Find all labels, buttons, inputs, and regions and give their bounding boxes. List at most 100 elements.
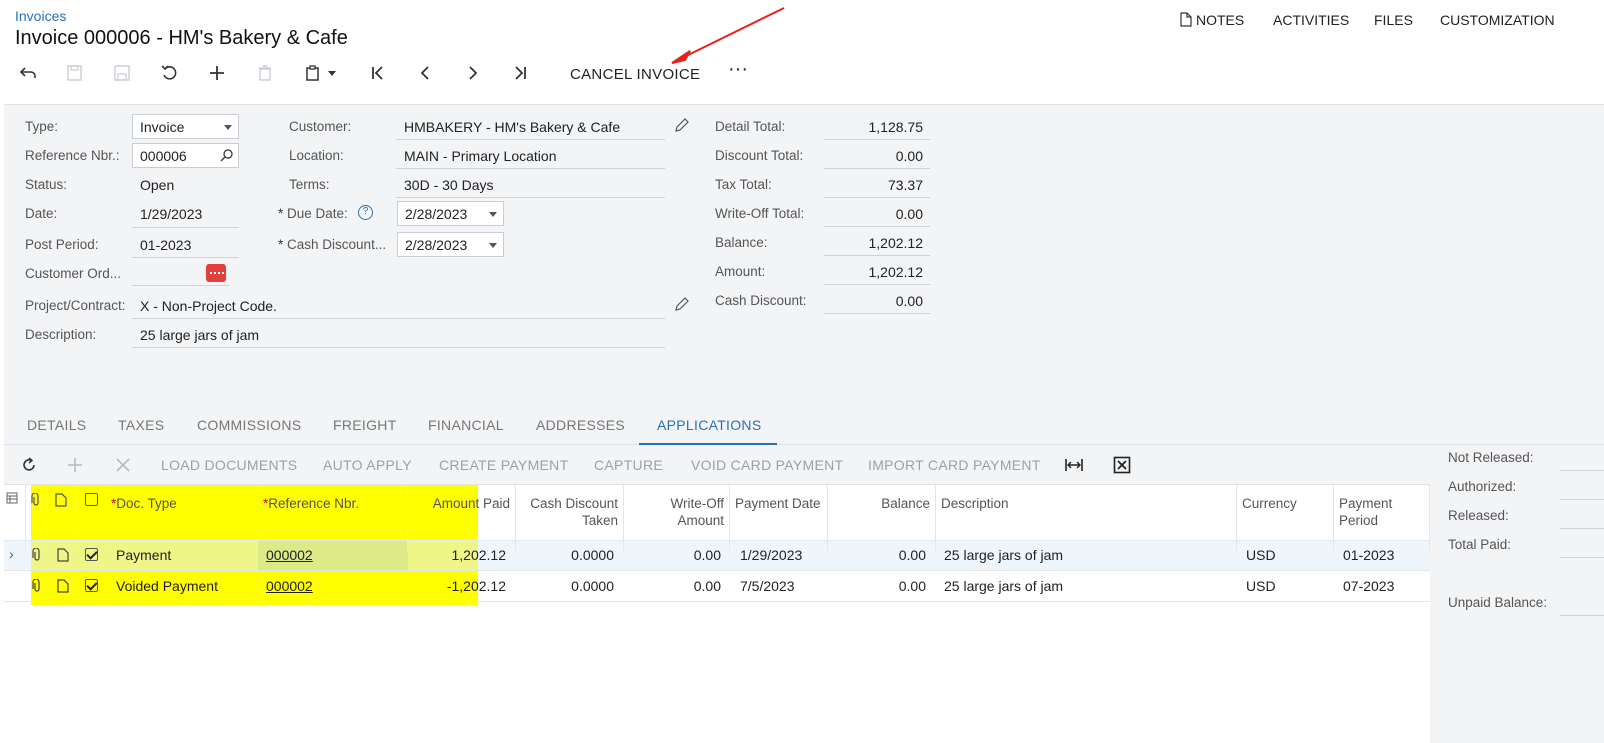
save-icon[interactable]	[109, 60, 135, 86]
tab-financial[interactable]: FINANCIAL	[428, 417, 504, 433]
description-cell: 25 large jars of jam	[944, 547, 1064, 563]
customer-order-label: Customer Ord...	[25, 266, 122, 281]
balance-value: 1,202.12	[868, 235, 924, 251]
doc-type-cell: Payment	[116, 547, 172, 563]
tab-addresses[interactable]: ADDRESSES	[536, 417, 625, 433]
ref-nbr-header-label: Reference Nbr.	[268, 496, 360, 511]
required-mark: *	[278, 237, 284, 252]
refnbr-input[interactable]: 000006	[132, 143, 239, 168]
tab-taxes[interactable]: TAXES	[118, 417, 164, 433]
add-icon[interactable]	[204, 60, 230, 86]
tab-commissions[interactable]: COMMISSIONS	[197, 417, 301, 433]
import-card-payment-button[interactable]: IMPORT CARD PAYMENT	[868, 457, 1041, 473]
add-row-icon[interactable]	[66, 456, 84, 479]
activities-link[interactable]: ACTIVITIES	[1273, 12, 1349, 28]
paperclip-icon[interactable]	[31, 578, 43, 598]
search-icon[interactable]	[220, 148, 234, 165]
tax-total-label: Tax Total:	[715, 177, 772, 192]
pencil-icon[interactable]	[674, 297, 689, 317]
select-all-checkbox[interactable]	[85, 493, 98, 506]
postperiod-field[interactable]: 01-2023	[140, 237, 191, 253]
invoice-summary-form: Type: Invoice Reference Nbr.: 000006 Sta…	[4, 104, 1604, 434]
notes-link[interactable]: NOTES	[1180, 12, 1244, 30]
excel-export-icon[interactable]	[1113, 456, 1131, 479]
type-select[interactable]: Invoice	[132, 114, 239, 139]
ref-nbr-link[interactable]: 000002	[266, 547, 313, 563]
pencil-icon[interactable]	[674, 118, 689, 138]
last-record-icon[interactable]	[507, 60, 533, 86]
location-field[interactable]: MAIN - Primary Location	[404, 148, 556, 164]
required-mark: *	[278, 206, 284, 221]
void-card-payment-button[interactable]: VOID CARD PAYMENT	[691, 457, 843, 473]
refnbr-value: 000006	[140, 148, 187, 164]
cashdisc-date-label: * Cash Discount...	[278, 237, 386, 252]
auto-apply-button[interactable]: AUTO APPLY	[323, 457, 412, 473]
authorized-label: Authorized:	[1448, 479, 1517, 494]
description-cell: 25 large jars of jam	[944, 578, 1064, 594]
table-row[interactable]: Voided Payment 000002 -1,202.12 0.0000 0…	[4, 571, 1430, 602]
tab-applications[interactable]: APPLICATIONS	[657, 417, 761, 433]
save-close-icon[interactable]	[62, 60, 88, 86]
ellipsis-icon[interactable]	[206, 264, 226, 282]
payment-date-cell: 1/29/2023	[740, 547, 803, 563]
chevron-down-icon	[489, 243, 497, 248]
cash-discount-cell: 0.0000	[571, 547, 614, 563]
capture-button[interactable]: CAPTURE	[594, 457, 663, 473]
divider	[132, 285, 229, 286]
not-released-label: Not Released:	[1448, 450, 1534, 465]
note-icon[interactable]	[57, 548, 69, 567]
chevron-down-icon[interactable]	[324, 60, 340, 86]
divider	[396, 197, 665, 198]
cashdisc-date-picker[interactable]: 2/28/2023	[397, 232, 504, 257]
unpaid-balance-label: Unpaid Balance:	[1448, 595, 1548, 610]
load-documents-button[interactable]: LOAD DOCUMENTS	[161, 457, 297, 473]
page-title: Invoice 000006 - HM's Bakery & Cafe	[15, 27, 348, 49]
help-icon[interactable]: ?	[358, 205, 373, 220]
duedate-picker[interactable]: 2/28/2023	[397, 201, 504, 226]
duedate-label: * Due Date:	[278, 206, 348, 221]
back-icon[interactable]	[15, 60, 41, 86]
amount-paid-cell: -1,202.12	[446, 578, 506, 594]
cash-discount-cell: 0.0000	[571, 578, 614, 594]
customer-field[interactable]: HMBAKERY - HM's Bakery & Cafe	[404, 119, 620, 135]
divider	[824, 197, 930, 198]
tab-bar: DETAILS TAXES COMMISSIONS FREIGHT FINANC…	[4, 405, 1604, 446]
table-row[interactable]: › Payment 000002 1,202.12 0.0000 0.00 1/…	[4, 540, 1430, 571]
expand-row-icon[interactable]: ›	[9, 546, 14, 562]
prev-record-icon[interactable]	[412, 60, 438, 86]
project-label: Project/Contract:	[25, 298, 126, 313]
write-off-cell: 0.00	[693, 578, 721, 594]
tax-total-value: 73.37	[887, 177, 923, 193]
fit-columns-icon[interactable]	[1064, 456, 1084, 479]
write-off-cell: 0.00	[693, 547, 721, 563]
files-link[interactable]: FILES	[1374, 12, 1413, 28]
next-record-icon[interactable]	[460, 60, 486, 86]
paperclip-icon[interactable]	[31, 547, 43, 567]
tab-details[interactable]: DETAILS	[27, 417, 86, 433]
refresh-icon[interactable]	[20, 456, 38, 479]
row-select-checkbox[interactable]	[85, 548, 98, 561]
amount-paid-cell: 1,202.12	[451, 547, 507, 563]
first-record-icon[interactable]	[365, 60, 391, 86]
clipboard-icon[interactable]	[300, 60, 326, 86]
delete-icon[interactable]	[252, 60, 278, 86]
row-select-checkbox[interactable]	[85, 579, 98, 592]
customization-link[interactable]: CUSTOMIZATION	[1440, 12, 1555, 28]
create-payment-button[interactable]: CREATE PAYMENT	[439, 457, 568, 473]
breadcrumb[interactable]: Invoices	[15, 8, 66, 24]
date-field[interactable]: 1/29/2023	[140, 206, 202, 222]
project-field[interactable]: X - Non-Project Code.	[140, 298, 277, 314]
writeoff-total-value: 0.00	[895, 206, 923, 222]
paperclip-icon	[31, 492, 39, 506]
date-label: Date:	[25, 206, 58, 221]
page-header: Invoices Invoice 000006 - HM's Bakery & …	[0, 0, 1604, 104]
applications-grid: *Doc. Type *Reference Nbr. Amount Paid C…	[4, 485, 1430, 743]
tab-freight[interactable]: FREIGHT	[333, 417, 397, 433]
customer-label: Customer:	[289, 119, 352, 134]
description-field[interactable]: 25 large jars of jam	[140, 327, 259, 343]
ref-nbr-link[interactable]: 000002	[266, 578, 313, 594]
terms-field[interactable]: 30D - 30 Days	[404, 177, 493, 193]
note-icon[interactable]	[57, 579, 69, 598]
undo-icon[interactable]	[157, 60, 183, 86]
delete-row-icon[interactable]	[114, 456, 132, 479]
